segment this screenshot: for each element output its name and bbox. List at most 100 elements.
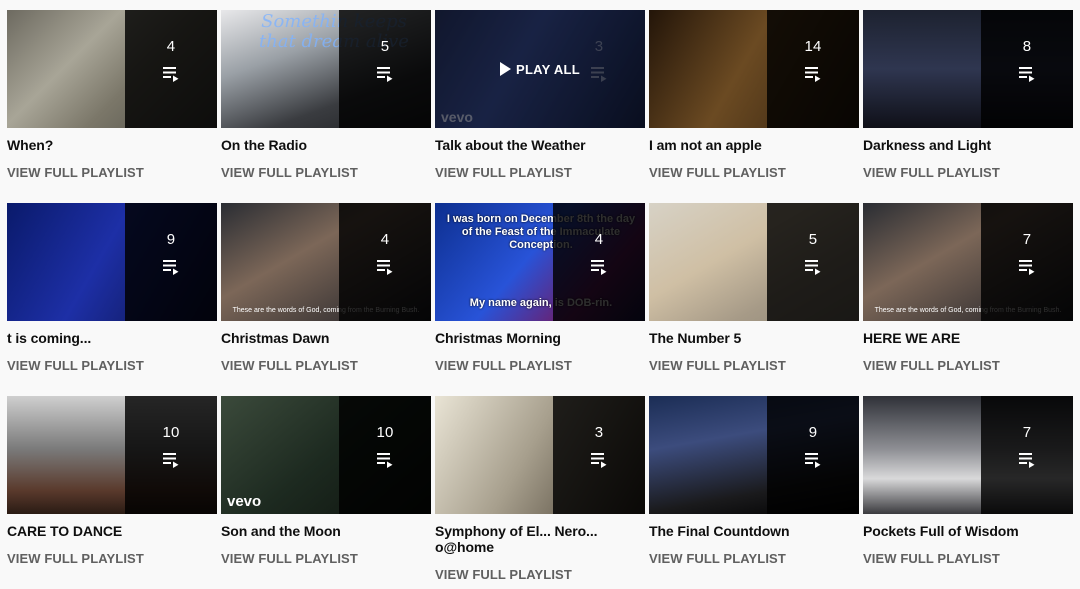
view-full-playlist-link[interactable]: VIEW FULL PLAYLIST: [649, 165, 786, 180]
playlist-thumbnail[interactable]: vevo 3 PLAY ALL: [435, 10, 645, 128]
video-count: 5: [808, 231, 818, 248]
playlist-card: These are the words of God, coming from …: [863, 203, 1073, 396]
playlist-count-overlay: 5: [339, 10, 431, 128]
playlist-queue-icon: [589, 257, 609, 277]
playlist-card: vevo 10 Son and the Moon VIEW FULL PLAYL…: [221, 396, 431, 579]
view-full-playlist-link[interactable]: VIEW FULL PLAYLIST: [7, 551, 144, 566]
video-count: 3: [594, 424, 604, 441]
playlist-title[interactable]: CARE TO DANCE: [7, 523, 217, 539]
view-full-playlist-link[interactable]: VIEW FULL PLAYLIST: [863, 358, 1000, 373]
playlist-thumbnail[interactable]: vevo 10: [221, 396, 431, 514]
view-full-playlist-link[interactable]: VIEW FULL PLAYLIST: [863, 165, 1000, 180]
playlist-count-overlay: 7: [981, 396, 1073, 514]
playlist-count-overlay: 9: [125, 203, 217, 321]
view-full-playlist-link[interactable]: VIEW FULL PLAYLIST: [649, 358, 786, 373]
playlist-card: These are the words of God, coming from …: [221, 203, 431, 396]
playlist-thumbnail[interactable]: I was born on December 8th the day of th…: [435, 203, 645, 321]
playlist-queue-icon: [375, 64, 395, 84]
playlist-count-overlay: 10: [339, 396, 431, 514]
video-count: 10: [376, 424, 394, 441]
video-count: 7: [1022, 231, 1032, 248]
playlist-thumbnail[interactable]: 7: [863, 396, 1073, 514]
playlist-card: vevo 3 PLAY ALL Talk about the Weather V…: [435, 10, 645, 203]
playlist-title[interactable]: Christmas Dawn: [221, 330, 431, 346]
view-full-playlist-link[interactable]: VIEW FULL PLAYLIST: [221, 358, 358, 373]
playlist-title[interactable]: Symphony of El... Nero... o@home: [435, 523, 645, 555]
video-count: 7: [1022, 424, 1032, 441]
playlist-queue-icon: [803, 257, 823, 277]
playlist-queue-icon: [375, 257, 395, 277]
playlist-title[interactable]: Talk about the Weather: [435, 137, 645, 153]
playlist-queue-icon: [589, 450, 609, 470]
playlist-grid: 4 When? VIEW FULL PLAYLIST Somethin keep…: [7, 10, 1073, 582]
playlist-card: 5 The Number 5 VIEW FULL PLAYLIST: [649, 203, 859, 396]
playlist-count-overlay: 4: [125, 10, 217, 128]
playlist-queue-icon: [803, 64, 823, 84]
playlist-count-overlay: 14: [767, 10, 859, 128]
vevo-logo: vevo: [227, 493, 262, 510]
playlist-count-overlay: 7: [981, 203, 1073, 321]
view-full-playlist-link[interactable]: VIEW FULL PLAYLIST: [221, 551, 358, 566]
playlist-title[interactable]: t is coming...: [7, 330, 217, 346]
view-full-playlist-link[interactable]: VIEW FULL PLAYLIST: [649, 551, 786, 566]
playlist-thumbnail[interactable]: These are the words of God, coming from …: [221, 203, 431, 321]
playlist-thumbnail[interactable]: 10: [7, 396, 217, 514]
playlist-card: 14 I am not an apple VIEW FULL PLAYLIST: [649, 10, 859, 203]
video-count: 9: [166, 231, 176, 248]
playlist-title[interactable]: Darkness and Light: [863, 137, 1073, 153]
play-all-button[interactable]: PLAY ALL: [435, 10, 645, 128]
view-full-playlist-link[interactable]: VIEW FULL PLAYLIST: [221, 165, 358, 180]
playlist-thumbnail[interactable]: These are the words of God, coming from …: [863, 203, 1073, 321]
playlist-queue-icon: [1017, 450, 1037, 470]
playlist-thumbnail[interactable]: Somethin keeps that dream alive 5: [221, 10, 431, 128]
video-count: 4: [594, 231, 604, 248]
playlist-card: 10 CARE TO DANCE VIEW FULL PLAYLIST: [7, 396, 217, 579]
playlist-thumbnail[interactable]: 5: [649, 203, 859, 321]
playlist-thumbnail[interactable]: 8: [863, 10, 1073, 128]
playlist-thumbnail[interactable]: 3: [435, 396, 645, 514]
video-count: 10: [162, 424, 180, 441]
playlist-title[interactable]: I am not an apple: [649, 137, 859, 153]
playlist-title[interactable]: On the Radio: [221, 137, 431, 153]
view-full-playlist-link[interactable]: VIEW FULL PLAYLIST: [863, 551, 1000, 566]
playlist-thumbnail[interactable]: 4: [7, 10, 217, 128]
video-count: 5: [380, 38, 390, 55]
playlist-title[interactable]: The Final Countdown: [649, 523, 859, 539]
playlist-title[interactable]: HERE WE ARE: [863, 330, 1073, 346]
view-full-playlist-link[interactable]: VIEW FULL PLAYLIST: [435, 567, 572, 582]
video-count: 4: [166, 38, 176, 55]
playlist-thumbnail[interactable]: 9: [649, 396, 859, 514]
playlist-queue-icon: [1017, 64, 1037, 84]
play-icon: [499, 62, 511, 76]
playlist-thumbnail[interactable]: 14: [649, 10, 859, 128]
playlist-card: I was born on December 8th the day of th…: [435, 203, 645, 396]
playlist-title[interactable]: Pockets Full of Wisdom: [863, 523, 1073, 539]
playlist-title[interactable]: Christmas Morning: [435, 330, 645, 346]
playlist-count-overlay: 10: [125, 396, 217, 514]
view-full-playlist-link[interactable]: VIEW FULL PLAYLIST: [435, 165, 572, 180]
video-count: 8: [1022, 38, 1032, 55]
view-full-playlist-link[interactable]: VIEW FULL PLAYLIST: [435, 358, 572, 373]
playlist-title[interactable]: When?: [7, 137, 217, 153]
playlist-count-overlay: 4: [553, 203, 645, 321]
playlist-queue-icon: [1017, 257, 1037, 277]
playlist-queue-icon: [161, 64, 181, 84]
playlist-queue-icon: [803, 450, 823, 470]
play-all-label: PLAY ALL: [515, 61, 581, 77]
playlist-card: 9 The Final Countdown VIEW FULL PLAYLIST: [649, 396, 859, 579]
view-full-playlist-link[interactable]: VIEW FULL PLAYLIST: [7, 165, 144, 180]
video-count: 14: [804, 38, 822, 55]
playlist-card: 4 When? VIEW FULL PLAYLIST: [7, 10, 217, 203]
playlist-card: 7 Pockets Full of Wisdom VIEW FULL PLAYL…: [863, 396, 1073, 579]
playlist-card: 8 Darkness and Light VIEW FULL PLAYLIST: [863, 10, 1073, 203]
playlist-queue-icon: [161, 257, 181, 277]
playlist-thumbnail[interactable]: 9: [7, 203, 217, 321]
video-count: 9: [808, 424, 818, 441]
playlist-card: 9 t is coming... VIEW FULL PLAYLIST: [7, 203, 217, 396]
playlist-count-overlay: 4: [339, 203, 431, 321]
playlist-card: Somethin keeps that dream alive 5 On the…: [221, 10, 431, 203]
playlist-title[interactable]: The Number 5: [649, 330, 859, 346]
playlist-title[interactable]: Son and the Moon: [221, 523, 431, 539]
view-full-playlist-link[interactable]: VIEW FULL PLAYLIST: [7, 358, 144, 373]
playlist-count-overlay: 5: [767, 203, 859, 321]
